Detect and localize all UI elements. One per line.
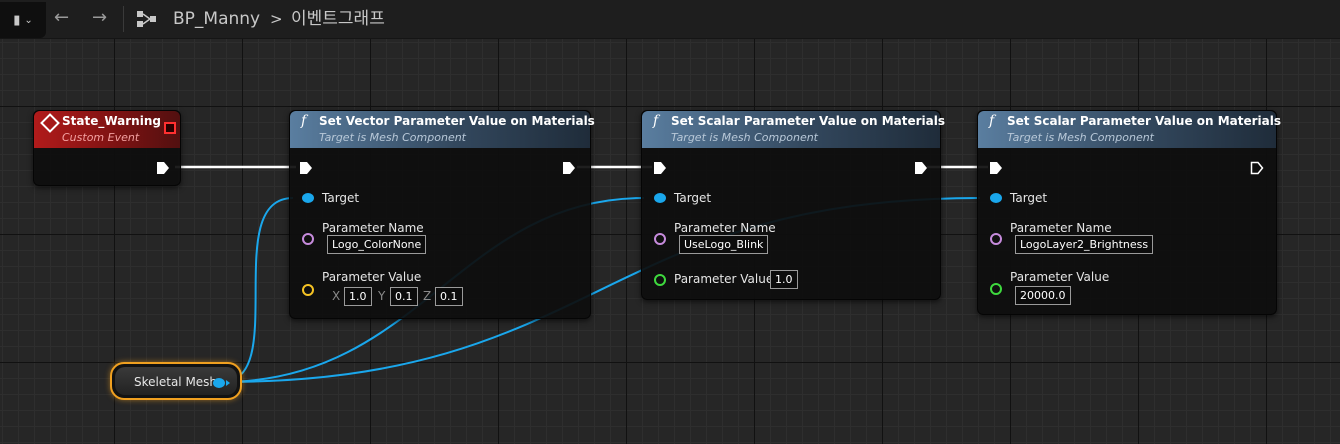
set-scalar-parameter-node[interactable]: f Set Scalar Parameter Value on Material…	[641, 110, 945, 300]
target-label: Target	[674, 191, 712, 205]
event-node-subtitle: Custom Event	[62, 131, 140, 144]
parameter-name-field[interactable]: LogoLayer2_Brightness	[1015, 235, 1154, 254]
exec-in-pin[interactable]	[653, 161, 667, 175]
exec-out-pin[interactable]	[156, 161, 170, 175]
parameter-name-pin[interactable]	[654, 233, 666, 245]
set-vector-parameter-node[interactable]: f Set Vector Parameter Value on Material…	[289, 110, 595, 319]
event-node-title: State_Warning	[62, 114, 161, 128]
parameter-name-label: Parameter Name	[322, 221, 424, 235]
skeletal-mesh-output-pin[interactable]	[213, 378, 225, 388]
parameter-value-field[interactable]: 1.0	[770, 270, 798, 289]
target-pin[interactable]	[990, 193, 1002, 203]
node-subtitle: Target is Mesh Component	[319, 131, 466, 144]
parameter-name-field[interactable]: Logo_ColorNone	[327, 235, 427, 254]
exec-out-pin[interactable]	[914, 161, 928, 175]
parameter-value-label: Parameter Value	[322, 270, 422, 284]
set-scalar-parameter-node[interactable]: f Set Scalar Parameter Value on Material…	[977, 110, 1281, 315]
exec-out-pin[interactable]	[562, 161, 576, 175]
target-pin[interactable]	[654, 193, 666, 203]
node-subtitle: Target is Mesh Component	[671, 131, 818, 144]
exec-in-pin[interactable]	[299, 161, 313, 175]
target-pin[interactable]	[302, 193, 314, 203]
parameter-value-pin[interactable]	[302, 284, 314, 296]
parameter-value-label: Parameter Value	[674, 272, 774, 286]
x-axis-label: X	[332, 289, 341, 303]
node-title: Set Scalar Parameter Value on Materials	[1007, 114, 1282, 128]
variable-node-label: Skeletal Mesh	[134, 375, 218, 389]
parameter-name-pin[interactable]	[302, 233, 314, 245]
target-label: Target	[1010, 191, 1048, 205]
parameter-value-label: Parameter Value	[1010, 270, 1110, 284]
node-subtitle: Target is Mesh Component	[1007, 131, 1154, 144]
exec-in-pin[interactable]	[989, 161, 1003, 175]
delegate-pin-icon[interactable]	[164, 122, 176, 134]
parameter-value-field[interactable]: 20000.0	[1015, 286, 1071, 305]
parameter-value-pin[interactable]	[990, 283, 1002, 295]
target-label: Target	[322, 191, 360, 205]
object-wire	[221, 197, 294, 383]
x-value-field[interactable]: 1.0	[344, 287, 372, 306]
function-icon: f	[301, 113, 307, 129]
parameter-name-pin[interactable]	[990, 233, 1002, 245]
node-title: Set Scalar Parameter Value on Materials	[671, 114, 946, 128]
parameter-name-label: Parameter Name	[674, 221, 776, 235]
exec-out-pin[interactable]	[1250, 161, 1264, 175]
parameter-name-field[interactable]: UseLogo_Blink	[679, 235, 769, 254]
parameter-value-pin[interactable]	[654, 274, 666, 286]
y-axis-label: Y	[378, 289, 386, 303]
z-axis-label: Z	[423, 289, 432, 303]
y-value-field[interactable]: 0.1	[390, 287, 418, 306]
function-icon: f	[989, 113, 995, 129]
node-title: Set Vector Parameter Value on Materials	[319, 114, 595, 128]
parameter-name-label: Parameter Name	[1010, 221, 1112, 235]
skeletal-mesh-variable-node[interactable]: Skeletal Mesh	[110, 362, 242, 400]
custom-event-node[interactable]: State_Warning Custom Event	[33, 110, 181, 186]
pin-arrow-icon	[226, 380, 230, 386]
z-value-field[interactable]: 0.1	[435, 287, 463, 306]
function-icon: f	[653, 113, 659, 129]
